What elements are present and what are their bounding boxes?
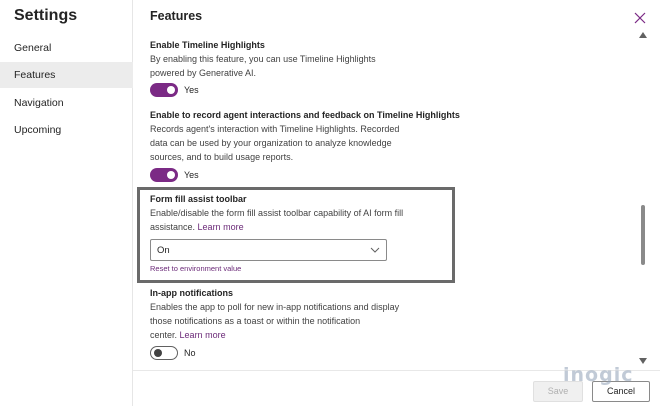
section-description-line: Enables the app to poll for new in-app n… (150, 302, 400, 312)
timeline-highlights-toggle[interactable] (150, 83, 178, 97)
record-interactions-toggle-row: Yes (150, 168, 199, 182)
timeline-highlights-section: Enable Timeline Highlights By enabling t… (150, 40, 510, 80)
timeline-highlights-toggle-row: Yes (150, 83, 199, 97)
section-description-line: powered by Generative AI. (150, 68, 257, 78)
reset-to-environment-link[interactable]: Reset to environment value (150, 264, 241, 273)
settings-sidebar: Settings General Features Navigation Upc… (0, 0, 133, 406)
sidebar-item-general[interactable]: General (0, 35, 133, 61)
vertical-scrollbar[interactable] (636, 28, 650, 368)
select-value: On (157, 245, 170, 256)
section-description-line: Records agent's interaction with Timelin… (150, 124, 400, 134)
section-description-line: those notifications as a toast or within… (150, 316, 361, 326)
description-text: center. (150, 330, 178, 340)
chevron-down-icon (370, 247, 380, 253)
learn-more-link[interactable]: Learn more (180, 330, 226, 340)
toggle-label: Yes (184, 85, 199, 95)
sidebar-item-features[interactable]: Features (0, 62, 133, 88)
section-title: Form fill assist toolbar (150, 194, 247, 204)
section-title: In-app notifications (150, 288, 233, 298)
watermark-logo: inogic (563, 364, 634, 386)
section-description-line: By enabling this feature, you can use Ti… (150, 54, 376, 64)
learn-more-link[interactable]: Learn more (198, 222, 244, 232)
sidebar-item-navigation[interactable]: Navigation (0, 90, 133, 116)
record-interactions-toggle[interactable] (150, 168, 178, 182)
close-icon[interactable] (633, 11, 647, 25)
form-fill-toolbar-select[interactable]: On (150, 239, 387, 261)
section-description-line: sources, and to build usage reports. (150, 152, 294, 162)
toggle-label: No (184, 348, 196, 358)
section-description-line: data can be used by your organization to… (150, 138, 392, 148)
in-app-notifications-toggle-row: No (150, 346, 196, 360)
section-description-line: Enable/disable the form fill assist tool… (150, 208, 404, 218)
scroll-up-icon[interactable] (639, 32, 647, 38)
description-text: assistance. (150, 222, 196, 232)
sidebar-title: Settings (14, 7, 78, 24)
section-title: Enable to record agent interactions and … (150, 110, 460, 120)
section-title: Enable Timeline Highlights (150, 40, 265, 50)
section-description-line: assistance. Learn more (150, 220, 450, 234)
in-app-notifications-section: In-app notifications Enables the app to … (150, 288, 510, 342)
in-app-notifications-toggle[interactable] (150, 346, 178, 360)
section-description-line: center. Learn more (150, 328, 510, 342)
scroll-thumb[interactable] (641, 205, 645, 265)
scroll-down-icon[interactable] (639, 358, 647, 364)
page-title: Features (150, 9, 203, 23)
record-interactions-section: Enable to record agent interactions and … (150, 110, 530, 164)
form-fill-toolbar-section: Form fill assist toolbar Enable/disable … (150, 194, 450, 234)
toggle-label: Yes (184, 170, 199, 180)
sidebar-item-upcoming[interactable]: Upcoming (0, 117, 133, 143)
